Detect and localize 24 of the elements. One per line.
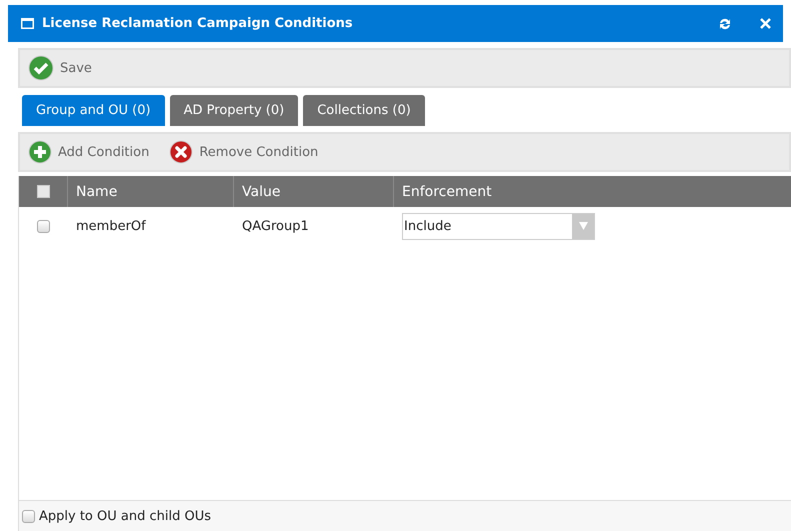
- checkbox[interactable]: [22, 510, 35, 522]
- plus-icon: [28, 140, 52, 164]
- window-icon: [21, 18, 34, 29]
- window-title: License Reclamation Campaign Conditions: [42, 16, 354, 31]
- close-icon: [169, 140, 194, 164]
- remove-condition-button[interactable]: Remove Condition: [169, 140, 318, 164]
- column-header: Enforcement: [402, 184, 492, 200]
- table-cell-text: memberOf: [75, 218, 147, 234]
- refresh-icon[interactable]: [718, 16, 732, 30]
- close-icon[interactable]: [760, 18, 771, 29]
- tab[interactable]: Collections (0): [303, 95, 425, 126]
- row-checkbox[interactable]: [36, 220, 50, 232]
- add-condition-button[interactable]: Add Condition: [28, 140, 150, 164]
- enforcement-dropdown[interactable]: Include: [402, 212, 595, 240]
- select-all-checkbox[interactable]: [36, 185, 50, 198]
- caret-icon: [578, 222, 588, 230]
- column-header: Name: [76, 184, 118, 200]
- checkmark-icon: [28, 55, 54, 81]
- tab[interactable]: Group and OU (0): [22, 95, 165, 126]
- tab[interactable]: AD Property (0): [170, 95, 298, 126]
- column-header: Value: [242, 184, 280, 200]
- checkbox-label: Apply to OU and child OUs: [39, 508, 212, 524]
- save-button[interactable]: Save: [28, 55, 92, 81]
- table-cell-text: QAGroup1: [241, 218, 310, 234]
